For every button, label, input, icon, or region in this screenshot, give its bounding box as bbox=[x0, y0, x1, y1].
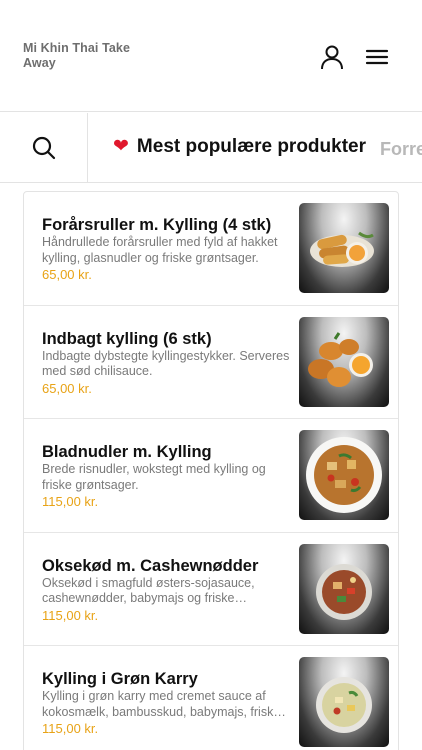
product-price: 65,00 kr. bbox=[42, 380, 92, 396]
product-item[interactable]: Indbagt kylling (6 stk) Indbagte dybsteg… bbox=[24, 306, 398, 419]
hamburger-menu-icon bbox=[365, 49, 389, 65]
product-image bbox=[299, 657, 389, 747]
category-tab-popular[interactable]: ❤ Mest populære produkter bbox=[113, 136, 366, 158]
restaurant-name[interactable]: Mi Khin Thai Take Away bbox=[23, 41, 163, 71]
product-price: 115,00 kr. bbox=[42, 607, 99, 623]
category-label: Mest populære produkter bbox=[136, 136, 366, 157]
product-description: Brede risnudler, wokstegt med kylling og… bbox=[42, 462, 266, 492]
product-image bbox=[299, 543, 389, 634]
product-title: Forårsruller m. Kylling (4 stk) bbox=[42, 216, 272, 234]
menu-button[interactable] bbox=[363, 43, 391, 71]
product-title: Bladnudler m. Kylling bbox=[42, 443, 212, 461]
user-icon bbox=[321, 45, 343, 70]
product-item[interactable]: Forårsruller m. Kylling (4 stk) Håndrull… bbox=[24, 192, 398, 306]
product-title: Kylling i Grøn Karry bbox=[42, 670, 198, 688]
product-description: Kylling i grøn karry med cremet sauce af… bbox=[42, 689, 281, 719]
product-description: Indbagte dybstegte kyllingestykker. Serv… bbox=[42, 348, 290, 379]
product-list: Forårsruller m. Kylling (4 stk) Håndrull… bbox=[23, 191, 399, 750]
product-price: 65,00 kr. bbox=[42, 267, 92, 282]
category-bar: ❤ Mest populære produkter Forre bbox=[0, 113, 422, 183]
product-item[interactable]: Oksekød m. Cashewnødder Oksekød i smagfu… bbox=[24, 533, 398, 646]
category-tab-next[interactable]: Forre bbox=[380, 138, 422, 160]
product-price: 115,00 kr. bbox=[42, 494, 99, 509]
product-title: Indbagt kylling (6 stk) bbox=[42, 329, 212, 348]
product-title: Oksekød m. Cashewnødder bbox=[42, 556, 259, 575]
product-image bbox=[299, 430, 389, 520]
search-icon bbox=[32, 136, 55, 159]
account-button[interactable] bbox=[318, 43, 346, 71]
product-description: Oksekød i smagfuld østers-sojasauce, cas… bbox=[42, 575, 255, 606]
heart-icon: ❤ bbox=[113, 136, 129, 157]
product-price: 115,00 kr. bbox=[42, 721, 99, 736]
product-image bbox=[299, 316, 389, 407]
product-item[interactable]: Bladnudler m. Kylling Brede risnudler, w… bbox=[24, 419, 398, 533]
product-description: Håndrullede forårsruller med fyld af hak… bbox=[42, 235, 278, 265]
search-button[interactable] bbox=[0, 113, 88, 182]
product-image bbox=[299, 203, 389, 293]
app-header: Mi Khin Thai Take Away bbox=[0, 0, 422, 112]
product-item[interactable]: Kylling i Grøn Karry Kylling i grøn karr… bbox=[24, 646, 398, 750]
